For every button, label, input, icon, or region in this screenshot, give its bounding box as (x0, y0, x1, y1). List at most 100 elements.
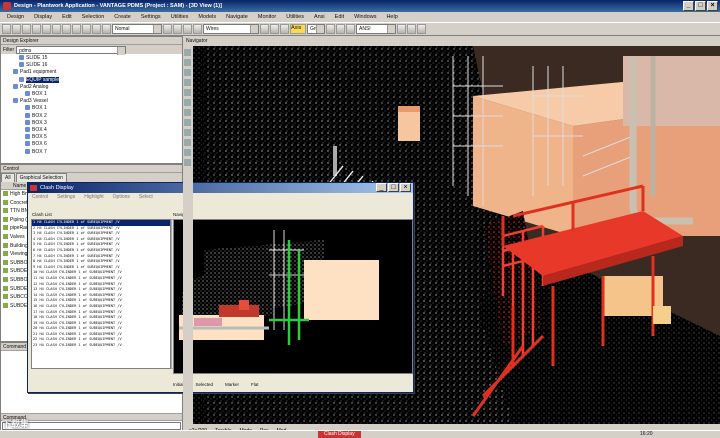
toolbar-button[interactable] (52, 24, 61, 34)
menu-create[interactable]: Create (109, 12, 136, 22)
dialog-minimize-button[interactable]: _ (376, 183, 387, 192)
dialog-title-bar: Clash Display _ □ × (28, 183, 413, 193)
footer-field: Marker (225, 382, 240, 387)
menu-monitor[interactable]: Monitor (253, 12, 281, 22)
maximize-button[interactable]: □ (695, 1, 706, 11)
filter-combo[interactable]: pdms (16, 45, 127, 55)
menu-edit[interactable]: Edit (57, 12, 76, 22)
menu-edit-2[interactable]: Edit (330, 12, 349, 22)
clash-display-dialog: Clash Display _ □ × Control Settings Hig… (27, 182, 414, 393)
toolbar-button[interactable] (22, 24, 31, 34)
tree-node[interactable]: Pad2 Analog (3, 84, 180, 91)
menu-utilities[interactable]: Utilities (166, 12, 194, 22)
toolbar-button[interactable] (62, 24, 71, 34)
toolbar-button[interactable] (336, 24, 345, 34)
tree-node[interactable]: BOX 5 (3, 134, 180, 141)
dialog-menu-highlight[interactable]: Highlight (84, 193, 103, 202)
view-tool-icon[interactable] (184, 59, 191, 66)
toolbar-button[interactable] (32, 24, 41, 34)
view-tool-icon[interactable] (184, 129, 191, 136)
view-tool-icon[interactable] (184, 149, 191, 156)
clash-icon (30, 185, 37, 191)
toolbar-button[interactable] (193, 24, 202, 34)
mode-combo[interactable]: Nomal (112, 24, 162, 34)
toolbar-button[interactable] (346, 24, 355, 34)
toolbar-button[interactable] (82, 24, 91, 34)
toolbar-button[interactable] (92, 24, 101, 34)
menu-settings[interactable]: Settings (136, 12, 166, 22)
tree-node[interactable]: BOX 4 (3, 127, 180, 134)
menu-utilities-2[interactable]: Utilities (281, 12, 309, 22)
clash-row[interactable]: 23 H4 CLASH CYLINDER 1 of SUBEQUIPMENT /… (32, 343, 170, 349)
view-tool-icon[interactable] (184, 69, 191, 76)
filter-label: Filter (3, 46, 15, 53)
tab-graphical-selection[interactable]: Graphical Selection (15, 173, 67, 182)
dialog-menu-options[interactable]: Options (113, 193, 130, 202)
toolbar-button[interactable] (173, 24, 182, 34)
footer-field: Flat (251, 382, 259, 387)
menu-selection[interactable]: Selection (77, 12, 110, 22)
toolbar-button[interactable] (280, 24, 289, 34)
view-tool-icon[interactable] (184, 119, 191, 126)
toolbar-button[interactable] (326, 24, 335, 34)
viewport-title: Navigator (183, 36, 720, 46)
view-tool-icon[interactable] (184, 109, 191, 116)
toolbar-button[interactable] (183, 24, 192, 34)
style-combo[interactable]: Wires (203, 24, 259, 34)
toolbar-button[interactable] (72, 24, 81, 34)
menu-design[interactable]: Design (2, 12, 29, 22)
tree-node[interactable]: BOX 1 (3, 105, 180, 112)
view-tool-icon[interactable] (184, 49, 191, 56)
menu-ansi[interactable]: Ansi (309, 12, 330, 22)
toolbar-button[interactable] (102, 24, 111, 34)
dialog-menu-control[interactable]: Control (32, 193, 48, 202)
dialog-menu-settings[interactable]: Settings (57, 193, 75, 202)
view-tool-icon[interactable] (184, 139, 191, 146)
menu-display[interactable]: Display (29, 12, 57, 22)
toolbar-button[interactable] (260, 24, 269, 34)
tree-node[interactable]: BOX 2 (3, 113, 180, 120)
axis-button[interactable]: Axis (290, 24, 306, 34)
taskbar-item-clash-display[interactable]: Clash Display (318, 431, 361, 438)
toolbar-button[interactable] (270, 24, 279, 34)
toolbar-button[interactable] (2, 24, 11, 34)
toolbar-button[interactable] (417, 24, 426, 34)
toolbar-button[interactable] (397, 24, 406, 34)
tree-node[interactable]: BOX 1 (3, 91, 180, 98)
dialog-menu-select[interactable]: Select (139, 193, 153, 202)
tab-all[interactable]: All (1, 173, 15, 182)
toolbar-button[interactable] (407, 24, 416, 34)
taskbar-clock: 16:20 (640, 431, 653, 437)
view-tool-icon[interactable] (184, 89, 191, 96)
tree-node[interactable]: SLIDE 16 (3, 62, 180, 69)
toolbar-button[interactable] (163, 24, 172, 34)
menu-navigate[interactable]: Navigate (221, 12, 253, 22)
tree-node[interactable]: BOX 6 (3, 141, 180, 148)
dialog-maximize-button[interactable]: □ (388, 183, 399, 192)
window-title: Design - Plantwork Application - VANTAGE… (14, 3, 222, 9)
menu-windows[interactable]: Windows (349, 12, 381, 22)
tree-node[interactable]: SLIDE 15 (3, 55, 180, 62)
taskbar: Clash Display 16:20 (0, 430, 720, 438)
title-bar: Design - Plantwork Application - VANTAGE… (0, 0, 720, 12)
toolbar-button[interactable] (12, 24, 21, 34)
view-tool-icon[interactable] (184, 79, 191, 86)
menu-help[interactable]: Help (381, 12, 402, 22)
minimize-button[interactable]: _ (683, 1, 694, 11)
view-toolbar (183, 46, 193, 424)
tree-node[interactable]: BOX 7 (3, 149, 180, 156)
tree-node[interactable]: BOX 3 (3, 120, 180, 127)
explorer-tree: SLIDE 15 SLIDE 16 Pad1 equipment EQUIP s… (1, 54, 182, 157)
tree-node-selected[interactable]: EQUIP sample (3, 76, 180, 84)
menu-models[interactable]: Models (193, 12, 221, 22)
grid-combo[interactable]: Grill (307, 24, 325, 34)
standard-combo[interactable]: ANSI (356, 24, 396, 34)
view-tool-icon[interactable] (184, 159, 191, 166)
clash-preview-viewport[interactable] (173, 219, 413, 374)
tree-node[interactable]: Pad3 Vessel (3, 98, 180, 105)
view-tool-icon[interactable] (184, 99, 191, 106)
toolbar-button[interactable] (42, 24, 51, 34)
close-button[interactable]: × (707, 1, 718, 11)
tree-node[interactable]: Pad1 equipment (3, 69, 180, 76)
dialog-close-button[interactable]: × (400, 183, 411, 192)
